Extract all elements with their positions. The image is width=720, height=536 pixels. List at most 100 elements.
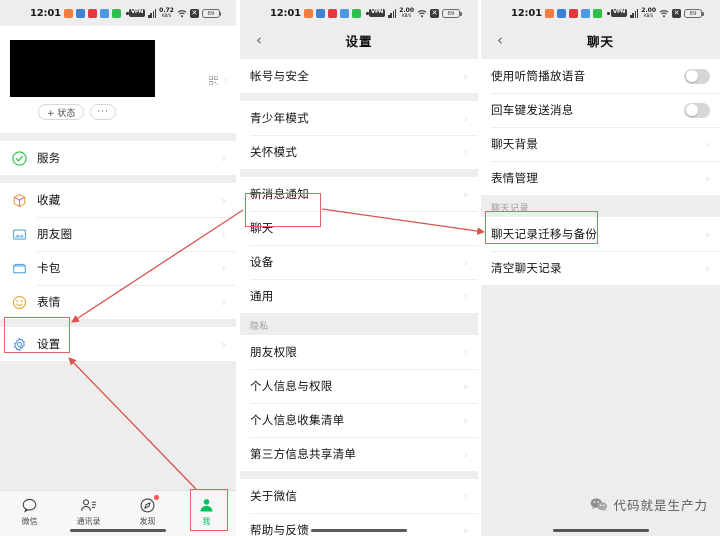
chat-item-label: 聊天背景: [491, 137, 539, 151]
battery-icon: 89: [684, 8, 704, 18]
enter-to-send-toggle[interactable]: [684, 102, 710, 118]
status-bar-left: 12:01: [30, 8, 129, 19]
app-icon-2: [75, 8, 85, 18]
settings-group-general: 新消息通知 › 聊天 › 设备 › 通用 ›: [240, 177, 478, 313]
service-icon: [10, 149, 28, 167]
status-bar-panel2: 12:01 VPN 2.00 KB/S ✕ 89: [240, 0, 478, 26]
tab-me[interactable]: 我: [177, 496, 236, 527]
discover-compass-icon: [139, 495, 159, 514]
settings-item-label: 个人信息与权限: [250, 379, 333, 393]
tab-contacts[interactable]: 通讯录: [59, 496, 118, 527]
network-speed-indicator: 0.72 KB/S: [159, 7, 174, 18]
settings-item-label: 关怀模式: [250, 145, 298, 159]
settings-item-friend-permissions[interactable]: 朋友权限 ›: [240, 335, 478, 369]
settings-item-universal[interactable]: 通用 ›: [240, 279, 478, 313]
settings-item-care-mode[interactable]: 关怀模式 ›: [240, 135, 478, 169]
profile-header[interactable]: + 状态 ··· ›: [0, 26, 236, 133]
battery-icon: 89: [201, 8, 222, 18]
tab-wechat[interactable]: 微信: [0, 496, 59, 527]
chat-item-enter-to-send[interactable]: 回车键发送消息: [481, 93, 720, 127]
app-icon-3: [327, 8, 337, 18]
earpiece-playback-toggle[interactable]: [684, 68, 710, 84]
status-time: 12:01: [30, 7, 61, 19]
settings-item-help-feedback[interactable]: 帮助与反馈 ›: [240, 513, 478, 536]
menu-item-favorites[interactable]: 收藏 ›: [0, 183, 236, 217]
settings-item-label: 帐号与安全: [250, 69, 309, 83]
chat-item-clear-records[interactable]: 清空聊天记录 ›: [481, 251, 720, 285]
chat-item-label: 使用听筒播放语音: [491, 69, 586, 83]
profile-chevron-icon[interactable]: ›: [224, 74, 228, 87]
status-bar-right: VPN 2.00 KB/S ✕ 89: [368, 8, 462, 18]
profile-more-button[interactable]: ···: [90, 104, 116, 120]
chevron-right-icon: ›: [463, 221, 468, 235]
settings-item-label: 朋友权限: [250, 345, 298, 359]
chat-group-records: 聊天记录迁移与备份 › 清空聊天记录 ›: [481, 217, 720, 285]
settings-item-new-message-notification[interactable]: 新消息通知 ›: [240, 177, 478, 211]
menu-item-cards[interactable]: 卡包 ›: [0, 251, 236, 285]
qr-code-icon[interactable]: [208, 76, 218, 85]
chevron-right-icon: ›: [705, 261, 710, 275]
chat-item-sticker-management[interactable]: 表情管理 ›: [481, 161, 720, 195]
chat-item-earpiece-playback[interactable]: 使用听筒播放语音: [481, 59, 720, 93]
profile-right-controls[interactable]: ›: [208, 74, 228, 87]
app-icon-4: [580, 8, 590, 18]
wifi-icon: [177, 9, 187, 17]
status-bar-panel1: 12:01 VPN 0.72 KB/S ✕ 89: [0, 0, 236, 26]
app-icon-2: [556, 8, 566, 18]
chevron-right-icon: ›: [463, 447, 468, 461]
settings-item-youth-mode[interactable]: 青少年模式 ›: [240, 101, 478, 135]
menu-item-settings[interactable]: 设置 ›: [0, 327, 236, 361]
menu-item-moments[interactable]: 朋友圈 ›: [0, 217, 236, 251]
settings-item-account-security[interactable]: 帐号与安全 ›: [240, 59, 478, 93]
network-speed-indicator: 2.00 KB/S: [641, 7, 656, 18]
settings-item-label: 聊天: [250, 221, 274, 235]
chat-item-chat-background[interactable]: 聊天背景 ›: [481, 127, 720, 161]
profile-name-redacted: [10, 40, 155, 97]
nav-bar-settings: ‹ 设置: [240, 26, 478, 54]
status-bar-panel3: 12:01 VPN 2.00 KB/S ✕ 89: [481, 0, 720, 26]
watermark-text: 代码就是生产力: [613, 498, 708, 513]
chat-item-migrate-backup[interactable]: 聊天记录迁移与备份 ›: [481, 217, 720, 251]
chevron-right-icon: ›: [221, 337, 226, 351]
favorites-icon: [10, 191, 28, 209]
app-icon-4: [339, 8, 349, 18]
panel-chat-settings-screen: 12:01 VPN 2.00 KB/S ✕ 89 ‹ 聊天 使用听筒播放语音 回…: [481, 0, 720, 536]
app-icon-1: [544, 8, 554, 18]
settings-item-personal-info-permissions[interactable]: 个人信息与权限 ›: [240, 369, 478, 403]
app-icon-3: [568, 8, 578, 18]
wechat-logo-icon: [591, 498, 608, 512]
settings-item-label: 青少年模式: [250, 111, 309, 125]
tab-label: 我: [202, 517, 211, 526]
vpn-icon: VPN: [368, 9, 386, 17]
app-icon-5: [351, 8, 361, 18]
settings-item-about-wechat[interactable]: 关于微信 ›: [240, 479, 478, 513]
app-icon-4: [99, 8, 109, 18]
settings-item-chat[interactable]: 聊天 ›: [240, 211, 478, 245]
settings-item-personal-info-collection-list[interactable]: 个人信息收集清单 ›: [240, 403, 478, 437]
profile-action-chips: + 状态 ···: [10, 104, 226, 120]
wifi-icon: [417, 9, 427, 17]
app-icon-5: [111, 8, 121, 18]
moments-icon: [10, 225, 28, 243]
chevron-right-icon: ›: [463, 489, 468, 503]
status-bar-right: VPN 2.00 KB/S ✕ 89: [610, 7, 704, 18]
add-status-button[interactable]: + 状态: [38, 104, 85, 120]
chevron-right-icon: ›: [463, 413, 468, 427]
section-gap: [240, 93, 478, 101]
menu-item-label: 朋友圈: [37, 227, 73, 241]
menu-item-stickers[interactable]: 表情 ›: [0, 285, 236, 319]
bottom-tab-bar: 微信 通讯录 发现 我: [0, 490, 236, 536]
chevron-right-icon: ›: [705, 171, 710, 185]
menu-item-label: 卡包: [37, 261, 61, 275]
menu-item-service[interactable]: 服务 ›: [0, 141, 236, 175]
settings-item-label: 设备: [250, 255, 274, 269]
chevron-right-icon: ›: [463, 345, 468, 359]
menu-item-label: 设置: [37, 337, 61, 351]
home-indicator: [552, 529, 649, 532]
section-gap: [240, 169, 478, 177]
settings-item-devices[interactable]: 设备 ›: [240, 245, 478, 279]
chevron-right-icon: ›: [705, 137, 710, 151]
tab-discover[interactable]: 发现: [118, 495, 177, 527]
settings-item-third-party-sharing-list[interactable]: 第三方信息共享清单 ›: [240, 437, 478, 471]
close-icon: ✕: [672, 8, 681, 18]
